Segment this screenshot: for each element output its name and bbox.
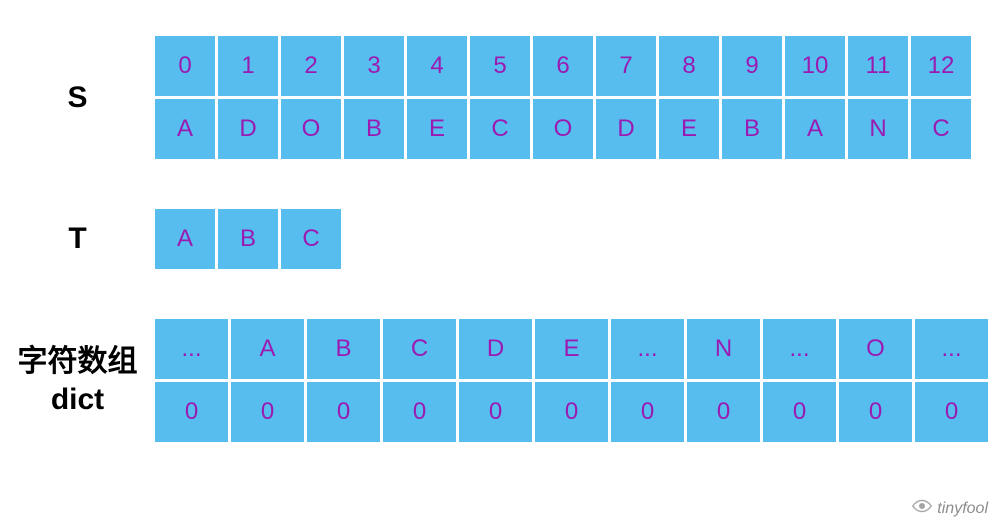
s-index-cell: 10 <box>785 36 845 96</box>
s-index-cell: 3 <box>344 36 404 96</box>
dict-value-row: 0 0 0 0 0 0 0 0 0 0 0 <box>155 382 988 442</box>
s-index-cell: 5 <box>470 36 530 96</box>
s-index-cell: 8 <box>659 36 719 96</box>
dict-value-cell: 0 <box>763 382 836 442</box>
label-s: S <box>0 79 155 117</box>
s-index-cell: 12 <box>911 36 971 96</box>
dict-key-cell: ... <box>611 319 684 379</box>
s-char-cell: O <box>281 99 341 159</box>
dict-key-cell: E <box>535 319 608 379</box>
s-index-cell: 4 <box>407 36 467 96</box>
s-char-cell: N <box>848 99 908 159</box>
dict-value-cell: 0 <box>155 382 228 442</box>
dict-value-cell: 0 <box>611 382 684 442</box>
t-char-cell: A <box>155 209 215 269</box>
dict-key-cell: ... <box>763 319 836 379</box>
dict-key-cell: C <box>383 319 456 379</box>
s-char-cell: D <box>218 99 278 159</box>
dict-key-cell: O <box>839 319 912 379</box>
dict-value-cell: 0 <box>839 382 912 442</box>
s-char-cell: E <box>659 99 719 159</box>
dict-key-cell: N <box>687 319 760 379</box>
label-dict: 字符数组 dict <box>0 343 155 418</box>
dict-key-row: ... A B C D E ... N ... O ... <box>155 319 988 379</box>
s-index-cell: 1 <box>218 36 278 96</box>
dict-key-cell: D <box>459 319 532 379</box>
dict-key-cell: ... <box>155 319 228 379</box>
grid-dict: ... A B C D E ... N ... O ... 0 0 0 0 0 … <box>155 319 988 442</box>
s-index-cell: 6 <box>533 36 593 96</box>
dict-value-cell: 0 <box>231 382 304 442</box>
section-dict: 字符数组 dict ... A B C D E ... N ... O ... … <box>0 319 1000 442</box>
watermark: tinyfool <box>911 495 988 522</box>
s-index-row: 0 1 2 3 4 5 6 7 8 9 10 11 12 <box>155 36 971 96</box>
s-char-row: A D O B E C O D E B A N C <box>155 99 971 159</box>
label-t: T <box>0 220 155 258</box>
s-char-cell: D <box>596 99 656 159</box>
s-char-cell: E <box>407 99 467 159</box>
dict-value-cell: 0 <box>535 382 608 442</box>
grid-t: A B C <box>155 209 341 269</box>
s-index-cell: 11 <box>848 36 908 96</box>
s-index-cell: 0 <box>155 36 215 96</box>
dict-value-cell: 0 <box>307 382 380 442</box>
s-char-cell: C <box>911 99 971 159</box>
s-char-cell: C <box>470 99 530 159</box>
dict-value-cell: 0 <box>383 382 456 442</box>
s-index-cell: 9 <box>722 36 782 96</box>
dict-key-cell: ... <box>915 319 988 379</box>
s-char-cell: A <box>785 99 845 159</box>
s-char-cell: O <box>533 99 593 159</box>
t-char-row: A B C <box>155 209 341 269</box>
s-char-cell: A <box>155 99 215 159</box>
dict-value-cell: 0 <box>687 382 760 442</box>
dict-key-cell: B <box>307 319 380 379</box>
t-char-cell: C <box>281 209 341 269</box>
section-t: T A B C <box>0 209 1000 269</box>
section-s: S 0 1 2 3 4 5 6 7 8 9 10 11 12 A D O <box>0 36 1000 159</box>
t-char-cell: B <box>218 209 278 269</box>
dict-key-cell: A <box>231 319 304 379</box>
s-char-cell: B <box>344 99 404 159</box>
s-index-cell: 7 <box>596 36 656 96</box>
s-index-cell: 2 <box>281 36 341 96</box>
s-char-cell: B <box>722 99 782 159</box>
weibo-eye-icon <box>911 495 933 522</box>
dict-value-cell: 0 <box>459 382 532 442</box>
grid-s: 0 1 2 3 4 5 6 7 8 9 10 11 12 A D O B E C <box>155 36 971 159</box>
dict-value-cell: 0 <box>915 382 988 442</box>
watermark-text: tinyfool <box>937 500 988 518</box>
